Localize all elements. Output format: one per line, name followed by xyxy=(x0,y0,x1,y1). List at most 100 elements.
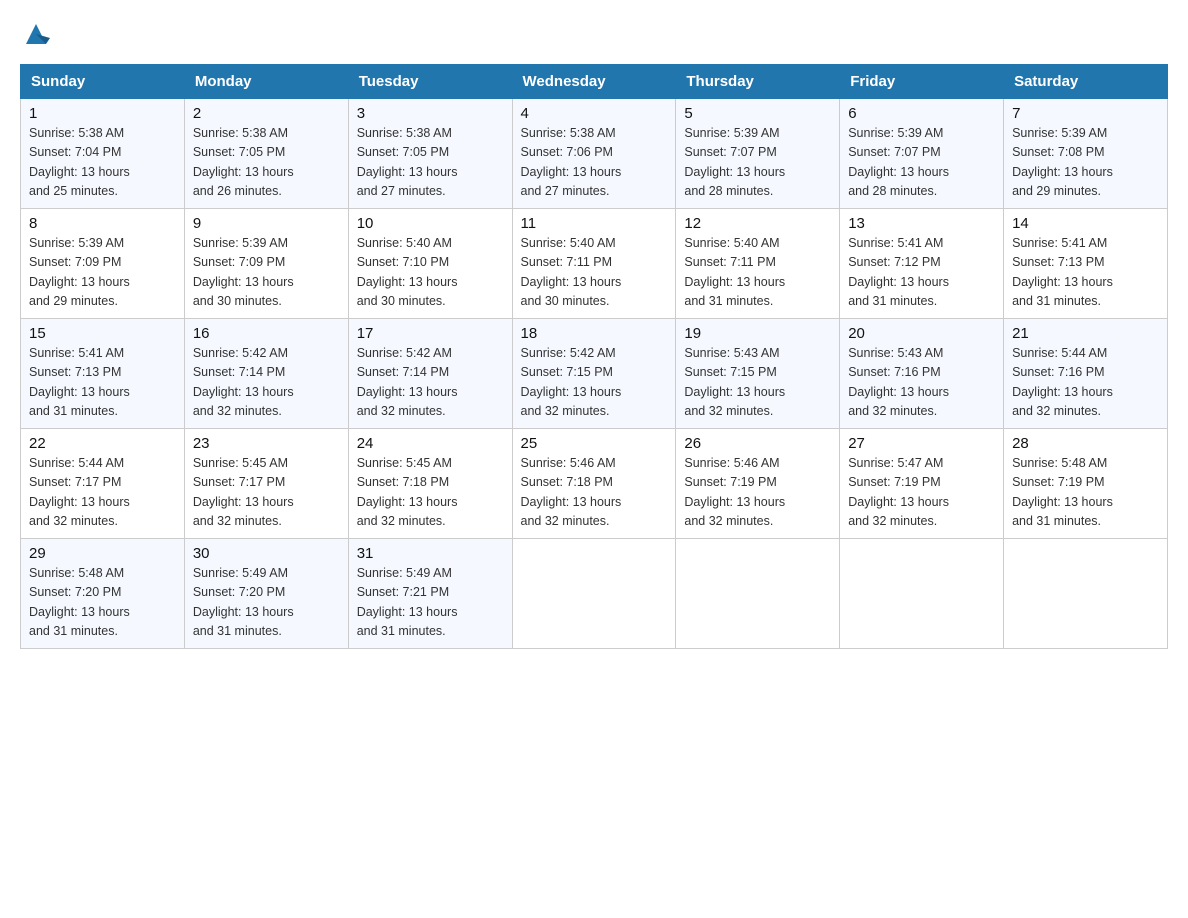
calendar-cell: 8 Sunrise: 5:39 AMSunset: 7:09 PMDayligh… xyxy=(21,209,185,319)
calendar-cell: 12 Sunrise: 5:40 AMSunset: 7:11 PMDaylig… xyxy=(676,209,840,319)
calendar-cell: 29 Sunrise: 5:48 AMSunset: 7:20 PMDaylig… xyxy=(21,539,185,649)
day-info: Sunrise: 5:43 AMSunset: 7:16 PMDaylight:… xyxy=(848,346,949,418)
calendar-cell xyxy=(676,539,840,649)
weekday-header-thursday: Thursday xyxy=(676,65,840,99)
day-number: 8 xyxy=(29,215,176,232)
calendar-cell: 15 Sunrise: 5:41 AMSunset: 7:13 PMDaylig… xyxy=(21,319,185,429)
day-info: Sunrise: 5:46 AMSunset: 7:18 PMDaylight:… xyxy=(521,456,622,528)
calendar-cell: 16 Sunrise: 5:42 AMSunset: 7:14 PMDaylig… xyxy=(184,319,348,429)
day-number: 19 xyxy=(684,325,831,342)
day-number: 31 xyxy=(357,545,504,562)
calendar-cell: 3 Sunrise: 5:38 AMSunset: 7:05 PMDayligh… xyxy=(348,99,512,209)
day-number: 6 xyxy=(848,105,995,122)
day-number: 1 xyxy=(29,105,176,122)
day-info: Sunrise: 5:38 AMSunset: 7:06 PMDaylight:… xyxy=(521,126,622,198)
day-number: 15 xyxy=(29,325,176,342)
day-number: 11 xyxy=(521,215,668,232)
day-info: Sunrise: 5:38 AMSunset: 7:05 PMDaylight:… xyxy=(193,126,294,198)
calendar-cell: 20 Sunrise: 5:43 AMSunset: 7:16 PMDaylig… xyxy=(840,319,1004,429)
day-number: 7 xyxy=(1012,105,1159,122)
calendar-cell: 1 Sunrise: 5:38 AMSunset: 7:04 PMDayligh… xyxy=(21,99,185,209)
weekday-header-tuesday: Tuesday xyxy=(348,65,512,99)
calendar-cell: 11 Sunrise: 5:40 AMSunset: 7:11 PMDaylig… xyxy=(512,209,676,319)
day-info: Sunrise: 5:48 AMSunset: 7:20 PMDaylight:… xyxy=(29,566,130,638)
weekday-header-monday: Monday xyxy=(184,65,348,99)
day-number: 2 xyxy=(193,105,340,122)
calendar-week-row: 22 Sunrise: 5:44 AMSunset: 7:17 PMDaylig… xyxy=(21,429,1168,539)
day-info: Sunrise: 5:39 AMSunset: 7:09 PMDaylight:… xyxy=(193,236,294,308)
calendar-cell: 31 Sunrise: 5:49 AMSunset: 7:21 PMDaylig… xyxy=(348,539,512,649)
calendar-cell: 6 Sunrise: 5:39 AMSunset: 7:07 PMDayligh… xyxy=(840,99,1004,209)
day-info: Sunrise: 5:48 AMSunset: 7:19 PMDaylight:… xyxy=(1012,456,1113,528)
day-info: Sunrise: 5:40 AMSunset: 7:11 PMDaylight:… xyxy=(684,236,785,308)
calendar-cell: 2 Sunrise: 5:38 AMSunset: 7:05 PMDayligh… xyxy=(184,99,348,209)
calendar-cell: 18 Sunrise: 5:42 AMSunset: 7:15 PMDaylig… xyxy=(512,319,676,429)
day-number: 9 xyxy=(193,215,340,232)
day-info: Sunrise: 5:40 AMSunset: 7:11 PMDaylight:… xyxy=(521,236,622,308)
day-info: Sunrise: 5:42 AMSunset: 7:14 PMDaylight:… xyxy=(193,346,294,418)
calendar-cell: 10 Sunrise: 5:40 AMSunset: 7:10 PMDaylig… xyxy=(348,209,512,319)
day-info: Sunrise: 5:39 AMSunset: 7:08 PMDaylight:… xyxy=(1012,126,1113,198)
day-info: Sunrise: 5:46 AMSunset: 7:19 PMDaylight:… xyxy=(684,456,785,528)
day-info: Sunrise: 5:42 AMSunset: 7:15 PMDaylight:… xyxy=(521,346,622,418)
day-number: 18 xyxy=(521,325,668,342)
page-header xyxy=(20,20,1168,48)
calendar-cell xyxy=(512,539,676,649)
day-number: 4 xyxy=(521,105,668,122)
day-number: 29 xyxy=(29,545,176,562)
day-info: Sunrise: 5:40 AMSunset: 7:10 PMDaylight:… xyxy=(357,236,458,308)
day-info: Sunrise: 5:41 AMSunset: 7:12 PMDaylight:… xyxy=(848,236,949,308)
weekday-header-sunday: Sunday xyxy=(21,65,185,99)
day-number: 30 xyxy=(193,545,340,562)
calendar-cell: 4 Sunrise: 5:38 AMSunset: 7:06 PMDayligh… xyxy=(512,99,676,209)
day-number: 10 xyxy=(357,215,504,232)
day-info: Sunrise: 5:38 AMSunset: 7:05 PMDaylight:… xyxy=(357,126,458,198)
calendar-cell: 30 Sunrise: 5:49 AMSunset: 7:20 PMDaylig… xyxy=(184,539,348,649)
day-info: Sunrise: 5:39 AMSunset: 7:09 PMDaylight:… xyxy=(29,236,130,308)
weekday-header-wednesday: Wednesday xyxy=(512,65,676,99)
day-info: Sunrise: 5:44 AMSunset: 7:16 PMDaylight:… xyxy=(1012,346,1113,418)
day-number: 3 xyxy=(357,105,504,122)
calendar-cell: 13 Sunrise: 5:41 AMSunset: 7:12 PMDaylig… xyxy=(840,209,1004,319)
day-number: 17 xyxy=(357,325,504,342)
day-info: Sunrise: 5:41 AMSunset: 7:13 PMDaylight:… xyxy=(29,346,130,418)
weekday-header-friday: Friday xyxy=(840,65,1004,99)
calendar-cell: 22 Sunrise: 5:44 AMSunset: 7:17 PMDaylig… xyxy=(21,429,185,539)
day-number: 12 xyxy=(684,215,831,232)
calendar-cell: 28 Sunrise: 5:48 AMSunset: 7:19 PMDaylig… xyxy=(1004,429,1168,539)
day-number: 28 xyxy=(1012,435,1159,452)
day-info: Sunrise: 5:47 AMSunset: 7:19 PMDaylight:… xyxy=(848,456,949,528)
calendar-week-row: 29 Sunrise: 5:48 AMSunset: 7:20 PMDaylig… xyxy=(21,539,1168,649)
calendar-cell xyxy=(840,539,1004,649)
weekday-header-saturday: Saturday xyxy=(1004,65,1168,99)
day-info: Sunrise: 5:41 AMSunset: 7:13 PMDaylight:… xyxy=(1012,236,1113,308)
day-number: 24 xyxy=(357,435,504,452)
day-number: 21 xyxy=(1012,325,1159,342)
calendar-cell: 21 Sunrise: 5:44 AMSunset: 7:16 PMDaylig… xyxy=(1004,319,1168,429)
day-info: Sunrise: 5:38 AMSunset: 7:04 PMDaylight:… xyxy=(29,126,130,198)
day-info: Sunrise: 5:42 AMSunset: 7:14 PMDaylight:… xyxy=(357,346,458,418)
day-number: 13 xyxy=(848,215,995,232)
day-info: Sunrise: 5:49 AMSunset: 7:21 PMDaylight:… xyxy=(357,566,458,638)
day-number: 27 xyxy=(848,435,995,452)
day-number: 26 xyxy=(684,435,831,452)
logo xyxy=(20,20,50,48)
calendar-cell: 26 Sunrise: 5:46 AMSunset: 7:19 PMDaylig… xyxy=(676,429,840,539)
weekday-header-row: SundayMondayTuesdayWednesdayThursdayFrid… xyxy=(21,65,1168,99)
calendar-table: SundayMondayTuesdayWednesdayThursdayFrid… xyxy=(20,64,1168,649)
day-info: Sunrise: 5:45 AMSunset: 7:17 PMDaylight:… xyxy=(193,456,294,528)
day-number: 5 xyxy=(684,105,831,122)
calendar-cell xyxy=(1004,539,1168,649)
day-info: Sunrise: 5:44 AMSunset: 7:17 PMDaylight:… xyxy=(29,456,130,528)
calendar-cell: 7 Sunrise: 5:39 AMSunset: 7:08 PMDayligh… xyxy=(1004,99,1168,209)
day-info: Sunrise: 5:49 AMSunset: 7:20 PMDaylight:… xyxy=(193,566,294,638)
calendar-cell: 25 Sunrise: 5:46 AMSunset: 7:18 PMDaylig… xyxy=(512,429,676,539)
calendar-week-row: 15 Sunrise: 5:41 AMSunset: 7:13 PMDaylig… xyxy=(21,319,1168,429)
day-number: 20 xyxy=(848,325,995,342)
day-info: Sunrise: 5:39 AMSunset: 7:07 PMDaylight:… xyxy=(684,126,785,198)
calendar-cell: 5 Sunrise: 5:39 AMSunset: 7:07 PMDayligh… xyxy=(676,99,840,209)
calendar-cell: 19 Sunrise: 5:43 AMSunset: 7:15 PMDaylig… xyxy=(676,319,840,429)
calendar-cell: 9 Sunrise: 5:39 AMSunset: 7:09 PMDayligh… xyxy=(184,209,348,319)
day-info: Sunrise: 5:39 AMSunset: 7:07 PMDaylight:… xyxy=(848,126,949,198)
calendar-cell: 14 Sunrise: 5:41 AMSunset: 7:13 PMDaylig… xyxy=(1004,209,1168,319)
